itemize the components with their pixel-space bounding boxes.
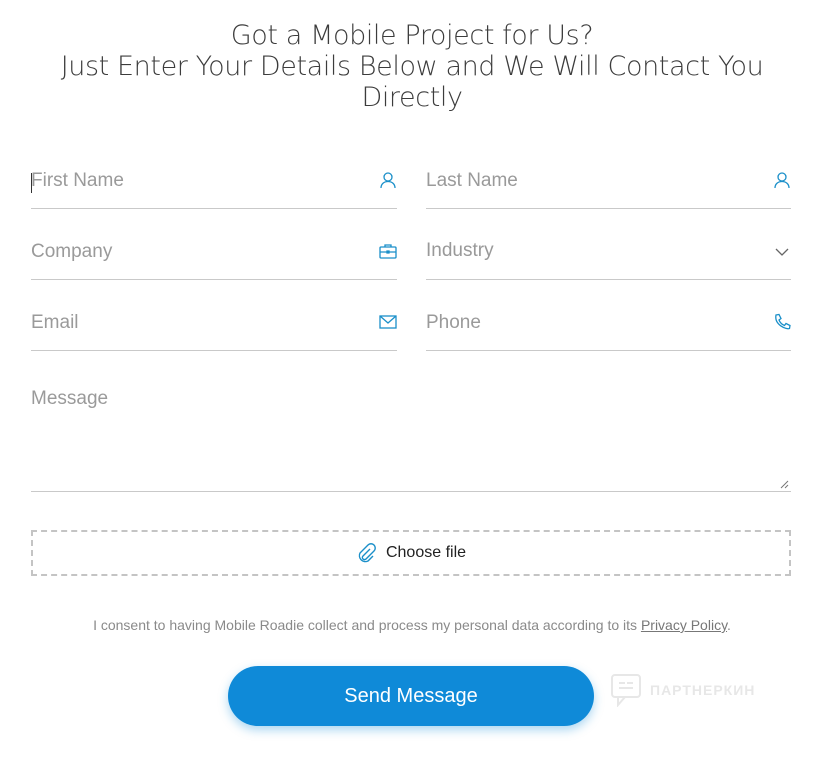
watermark-text: ПАРТНЕРКИН [650, 682, 756, 698]
send-message-button[interactable]: Send Message [228, 666, 594, 726]
heading-line-3: Directly [361, 82, 463, 113]
chat-bubble-logo-icon [611, 674, 641, 707]
resize-grip-icon[interactable] [780, 480, 789, 489]
briefcase-icon [379, 244, 397, 259]
watermark: ПАРТНЕРКИН [610, 672, 755, 708]
company-input[interactable] [31, 240, 361, 264]
last-name-field [426, 159, 791, 209]
message-field [31, 388, 791, 492]
privacy-policy-link[interactable]: Privacy Policy [641, 617, 727, 633]
user-icon [774, 172, 790, 189]
last-name-input[interactable] [426, 169, 756, 193]
phone-icon [775, 313, 791, 330]
company-field [31, 230, 397, 280]
user-icon [380, 172, 396, 189]
email-input[interactable] [31, 311, 361, 335]
consent-statement: I consent to having Mobile Roadie collec… [93, 617, 641, 633]
first-name-field [31, 159, 397, 209]
heading-line-1: Got a Mobile Project for Us? [230, 20, 594, 51]
paperclip-icon [358, 543, 376, 563]
email-field [31, 301, 397, 351]
choose-file-label: Choose file [385, 544, 467, 561]
heading-line-2: Just Enter Your Details Below and We Wil… [60, 51, 764, 82]
form-heading: Got a Mobile Project for Us? Just Enter … [0, 20, 824, 113]
industry-select[interactable]: Industry [426, 230, 791, 280]
phone-input[interactable] [426, 311, 756, 335]
choose-file-button[interactable]: Choose file [31, 530, 791, 576]
industry-select-value: Industry [426, 240, 494, 261]
consent-suffix: . [727, 617, 731, 633]
consent-text: I consent to having Mobile Roadie collec… [0, 617, 824, 633]
chevron-down-icon [775, 248, 789, 256]
envelope-icon [379, 315, 397, 329]
message-textarea[interactable] [31, 388, 791, 491]
phone-field [426, 301, 791, 351]
first-name-input[interactable] [31, 169, 361, 193]
